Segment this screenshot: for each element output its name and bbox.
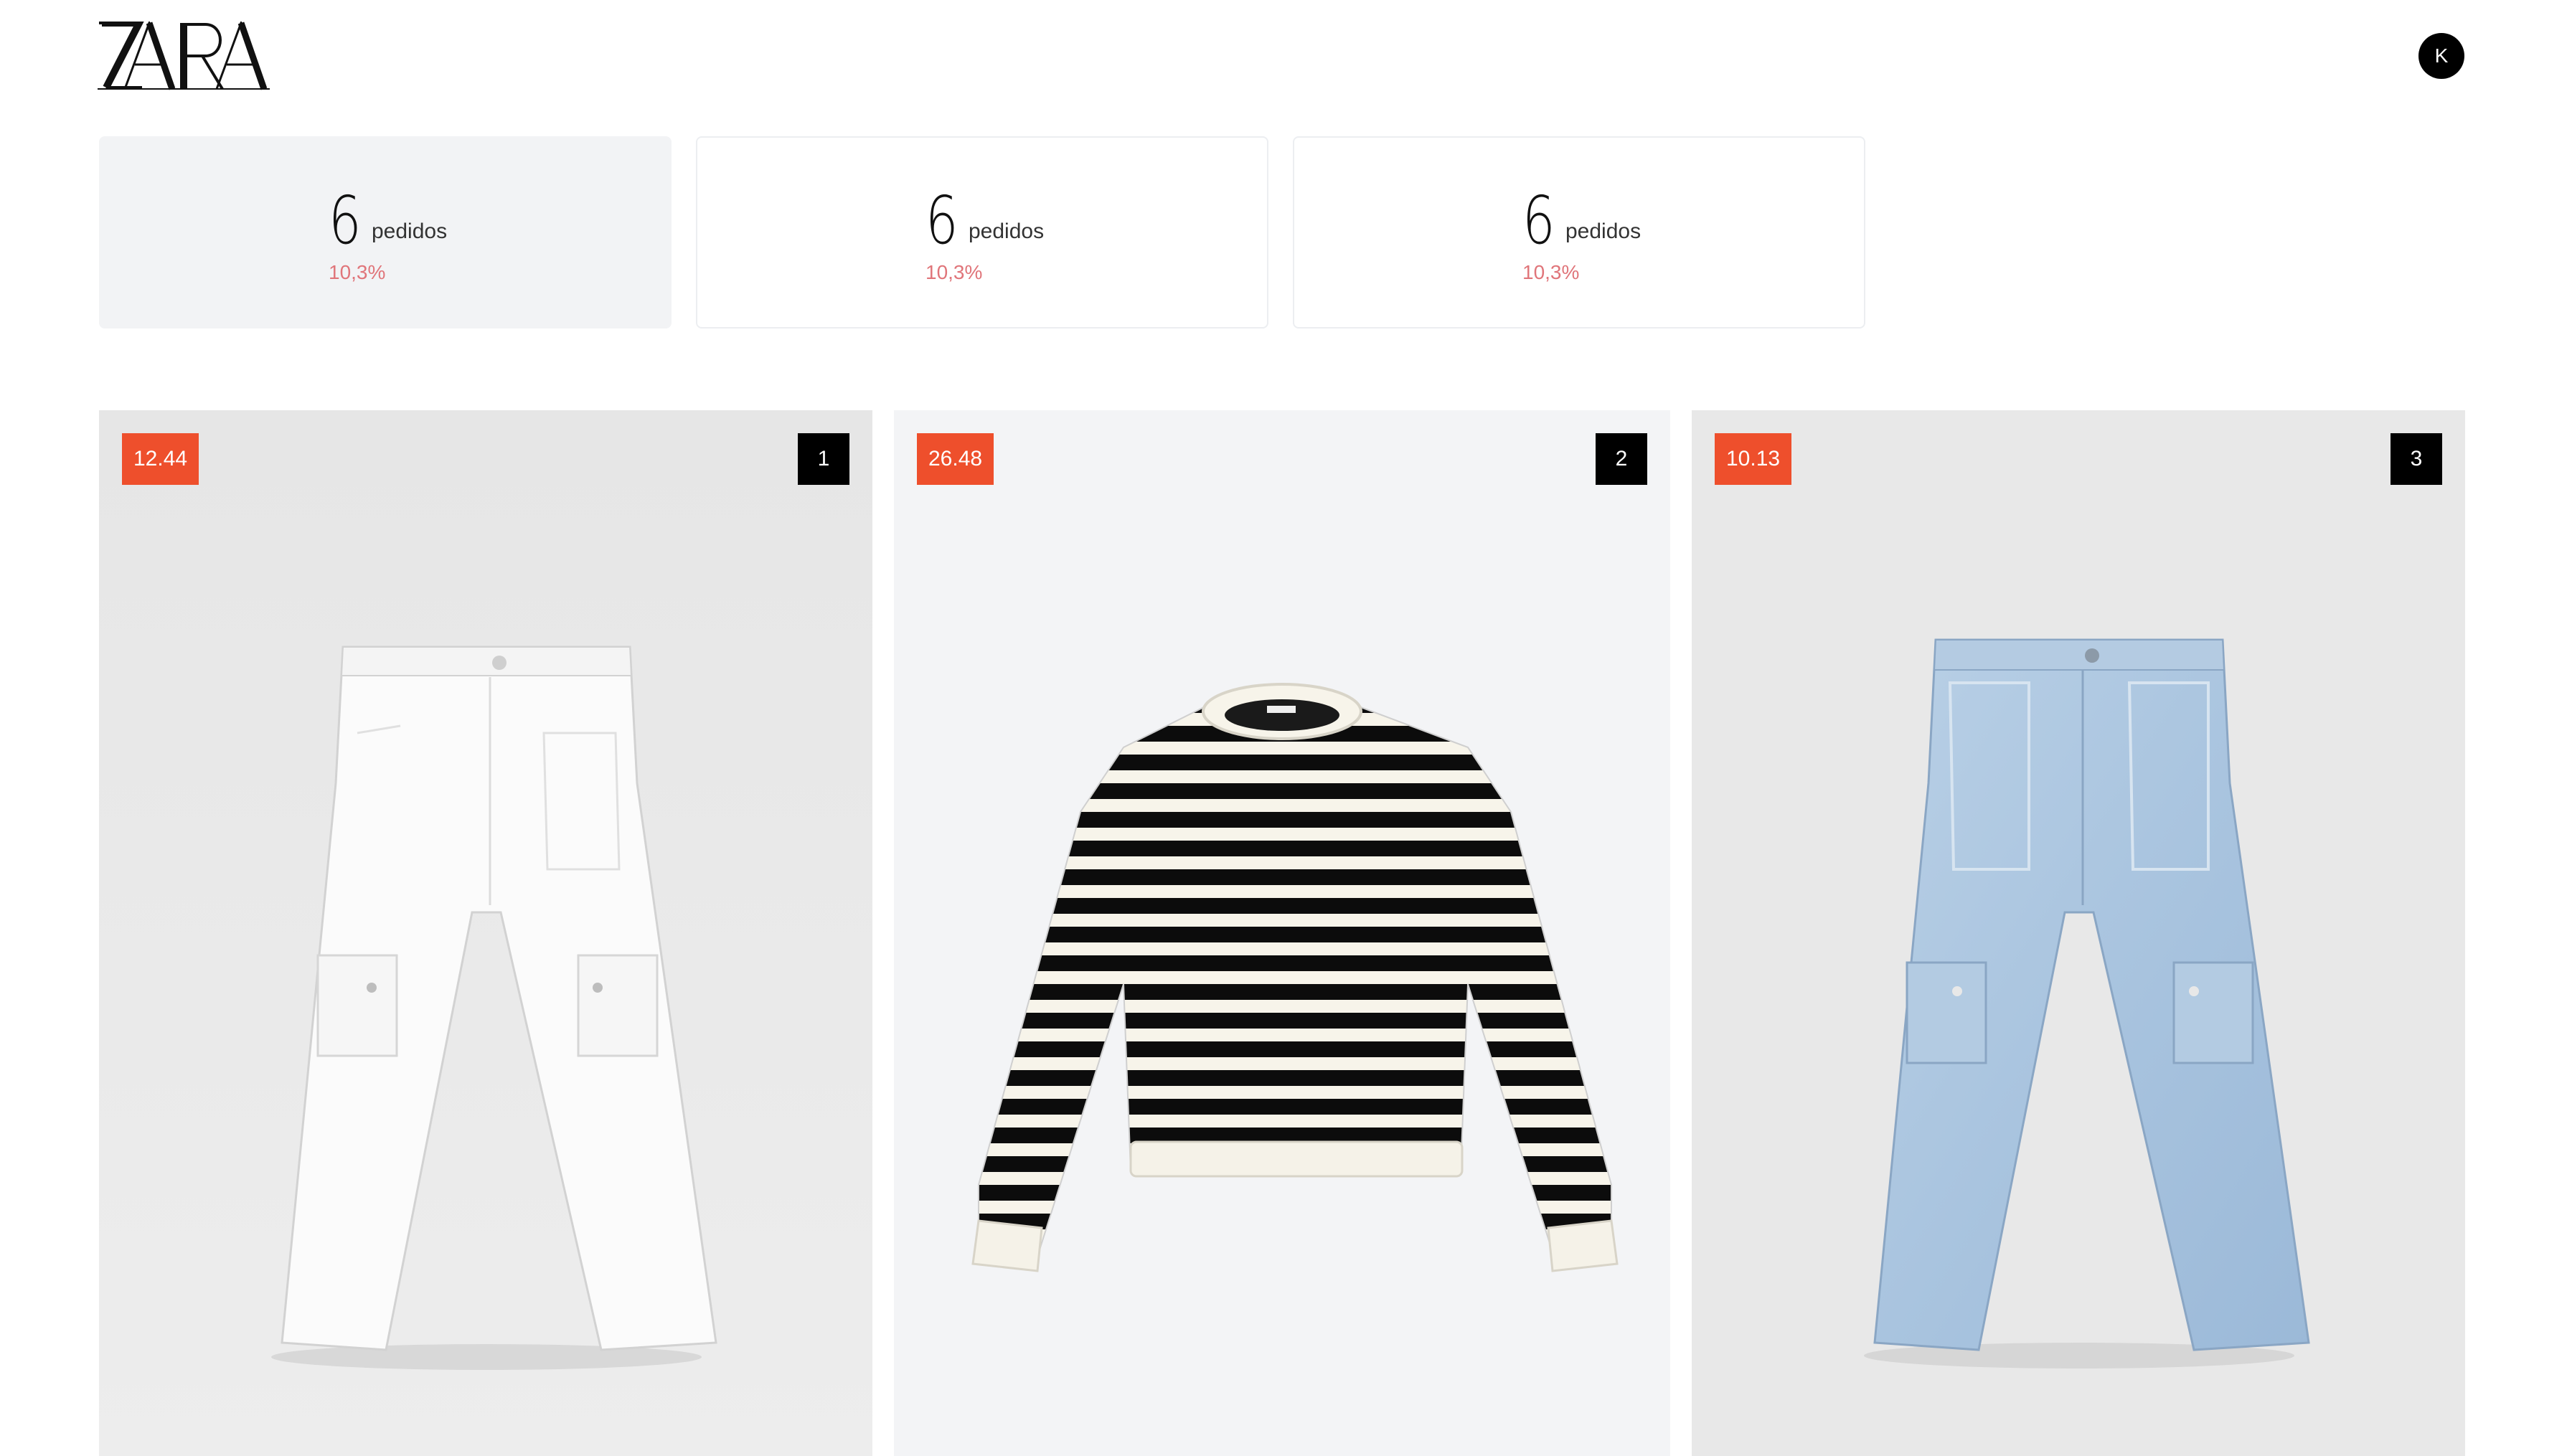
product-card-3[interactable]: 10.13 3 [1692,410,2465,1456]
price-badge: 12.44 [122,433,199,485]
rank-badge: 3 [2391,433,2442,485]
stat-label: pedidos [1565,219,1642,243]
zara-logo[interactable] [98,22,270,90]
header: K [0,0,2567,122]
rank-badge: 1 [798,433,849,485]
stat-percent: 10,3% [329,261,386,283]
stat-percent: 10,3% [1522,261,1580,283]
rank-badge: 2 [1596,433,1647,485]
stat-count: 6 [1522,182,1555,259]
stat-card-3[interactable]: 6 pedidos 10,3% [1293,136,1865,328]
product-card-2[interactable]: 26.48 2 [894,410,1670,1456]
stat-count: 6 [329,182,362,259]
stat-label: pedidos [969,219,1045,243]
stat-percent: 10,3% [925,261,983,283]
price-badge: 10.13 [1715,433,1792,485]
stat-card-2[interactable]: 6 pedidos 10,3% [696,136,1268,328]
user-avatar[interactable]: K [2418,33,2464,79]
striped-sweatshirt-image [894,410,1670,1456]
stat-count: 6 [925,182,958,259]
stat-card-1[interactable]: 6 pedidos 10,3% [99,136,672,328]
stat-label: pedidos [372,219,448,243]
product-card-1[interactable]: 12.44 1 [99,410,872,1456]
blue-cargo-jeans-image [1692,410,2465,1456]
price-badge: 26.48 [917,433,994,485]
white-cargo-pants-image [99,410,872,1456]
